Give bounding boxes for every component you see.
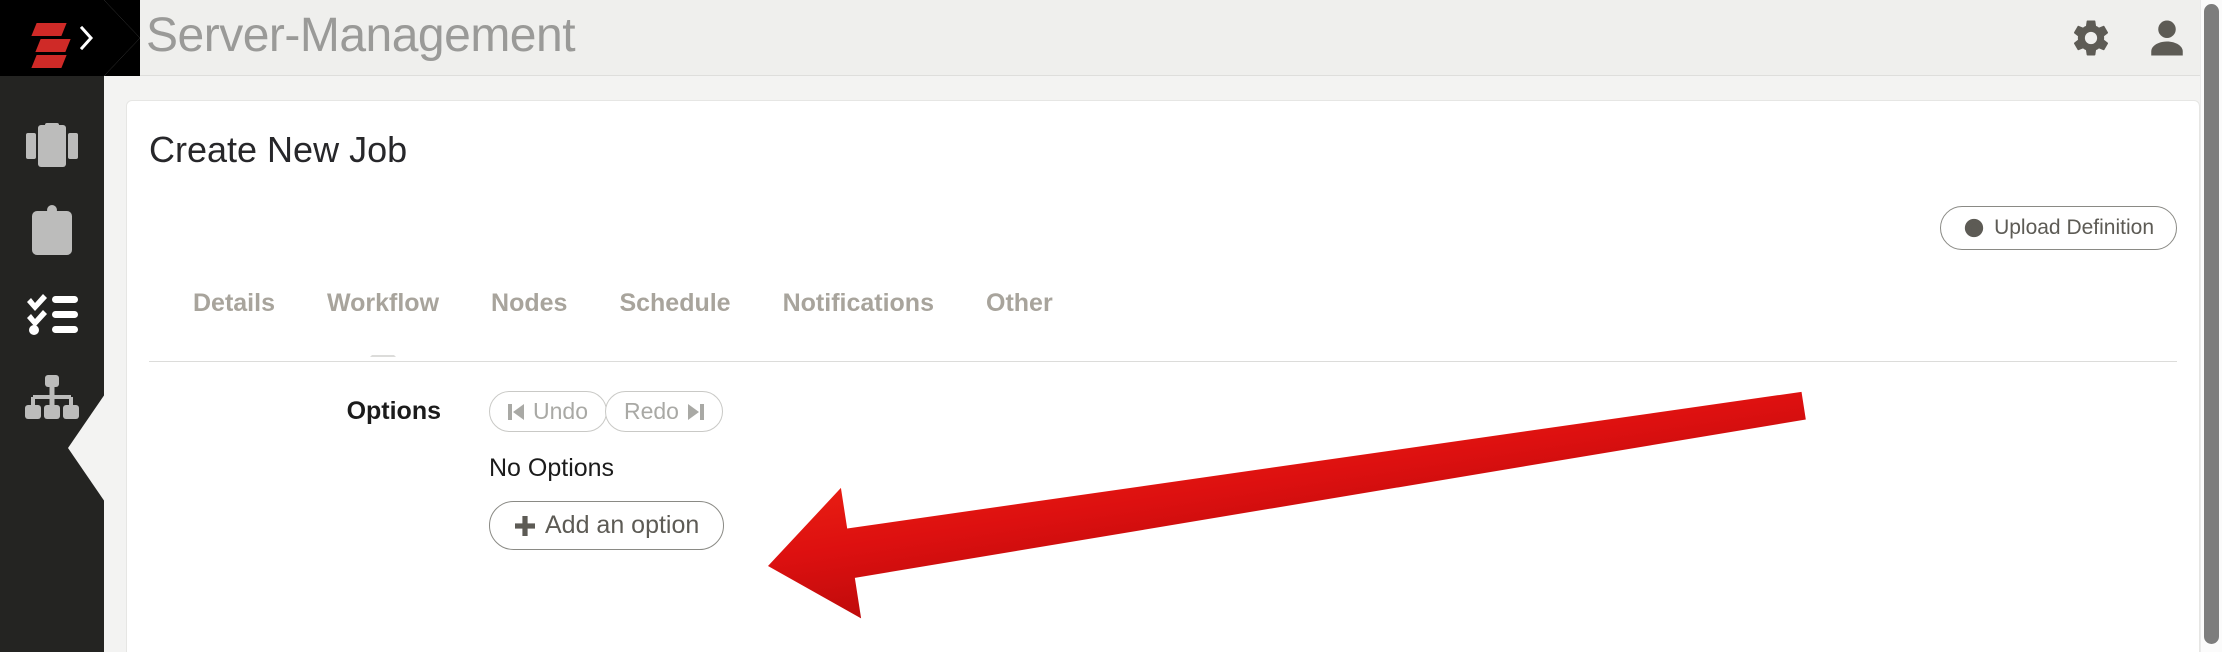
primary-sidebar: [0, 0, 140, 652]
tab-nodes[interactable]: Nodes: [465, 285, 593, 344]
no-options-message: No Options: [489, 454, 615, 482]
card-title: Create New Job: [149, 129, 408, 170]
step-backward-icon: [508, 403, 524, 420]
tab-label: Notifications: [782, 289, 934, 317]
upload-definition-label: Upload Definition: [1994, 216, 2154, 239]
options-label: Options: [346, 397, 441, 425]
tab-label: Schedule: [619, 289, 731, 317]
tab-label: Nodes: [491, 289, 568, 317]
upload-definition-button[interactable]: Upload Definition: [1940, 206, 2177, 250]
briefcase-icon: [26, 123, 78, 169]
add-option-button[interactable]: Add an option: [489, 501, 725, 550]
page-body: Create New Job Upload Definition Details…: [104, 76, 2222, 652]
tasks-icon: [26, 293, 78, 335]
add-option-label: Add an option: [545, 511, 700, 539]
rundeck-logo-bar-top: [31, 23, 67, 36]
app-header: Server-Management: [104, 0, 2222, 76]
tab-schedule[interactable]: Schedule: [593, 285, 756, 344]
undo-redo-group: Undo Redo: [489, 391, 724, 432]
tab-notifications[interactable]: Notifications: [757, 285, 960, 344]
vertical-scrollbar[interactable]: [2200, 0, 2222, 652]
sidebar-item-tasks[interactable]: [0, 272, 104, 356]
arrow-circle-up-icon: [1964, 218, 1984, 238]
header-actions: [2070, 0, 2188, 76]
sidebar-item-activity[interactable]: [0, 188, 104, 272]
tab-strip: Details Workflow Nodes Schedule Notifica…: [149, 285, 2177, 357]
step-forward-icon: [687, 403, 704, 420]
page-title: Server-Management: [146, 9, 576, 62]
user-icon[interactable]: [2146, 17, 2188, 59]
sidebar-logo-pennant: [104, 0, 140, 76]
sidebar-item-jobs[interactable]: [0, 104, 104, 188]
options-content: Undo Redo No Options Add an option: [489, 391, 725, 550]
application-window: Server-Management Create New Job Upload …: [0, 0, 2222, 652]
sitemap-icon: [25, 375, 79, 421]
tab-label: Details: [193, 289, 275, 317]
tab-workflow[interactable]: Workflow: [301, 285, 465, 357]
tab-other[interactable]: Other: [960, 285, 1079, 344]
tab-label: Workflow: [326, 289, 440, 317]
rundeck-logo-bar-middle: [35, 39, 71, 52]
tabs-divider: [149, 361, 2177, 362]
rundeck-logo-bar-bottom: [31, 55, 67, 68]
chevron-right-icon: [80, 26, 94, 50]
redo-label: Redo: [623, 398, 679, 424]
undo-button[interactable]: Undo: [489, 391, 607, 432]
redo-button[interactable]: Redo: [604, 391, 723, 432]
tab-details[interactable]: Details: [167, 285, 301, 344]
sidebar-logo-block[interactable]: [0, 0, 140, 76]
job-tabs: Details Workflow Nodes Schedule Notifica…: [149, 285, 2177, 365]
undo-label: Undo: [533, 398, 588, 424]
gear-icon[interactable]: [2070, 17, 2112, 59]
clipboard-list-icon: [30, 205, 74, 255]
create-job-card: Create New Job Upload Definition Details…: [126, 100, 2200, 652]
plus-icon: [515, 515, 535, 536]
vertical-scrollbar-thumb[interactable]: [2204, 4, 2219, 644]
sidebar-item-nodes[interactable]: [0, 356, 104, 440]
tab-label: Other: [986, 289, 1053, 317]
